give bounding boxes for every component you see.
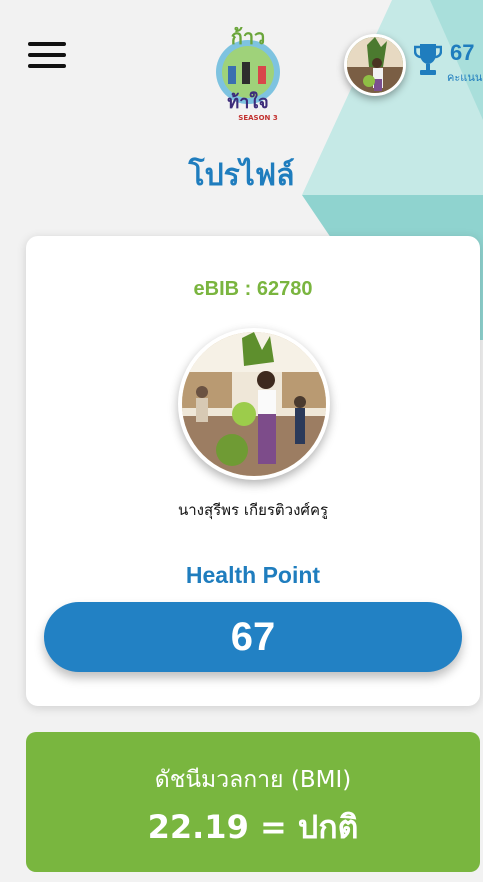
svg-text:ท้าใจ: ท้าใจ bbox=[227, 91, 268, 113]
ebib-number: eBIB : 62780 bbox=[193, 278, 313, 300]
user-avatar bbox=[178, 328, 330, 480]
user-name: นางสุรีพร เกียรติวงศ์ครู bbox=[177, 501, 329, 519]
user-avatar-small[interactable] bbox=[344, 34, 406, 96]
health-point-value: 67 bbox=[44, 602, 462, 672]
svg-text:SEASON 3: SEASON 3 bbox=[238, 114, 278, 122]
bmi-label: ดัชนีมวลกาย (BMI) bbox=[154, 767, 352, 793]
health-point-label: Health Point bbox=[185, 562, 321, 588]
app-logo: ก้าว ท้าใจ SEASON 3 bbox=[216, 25, 280, 122]
score-value: 67 bbox=[450, 40, 475, 65]
score-unit: คะแนน bbox=[447, 72, 483, 84]
trophy-icon bbox=[414, 44, 442, 75]
profile-card: eBIB : 62780 นางสุรีพร เกียรติวงศ์ครู He… bbox=[26, 236, 480, 706]
svg-text:ก้าว: ก้าว bbox=[231, 25, 266, 49]
page-title: โปรไฟล์ bbox=[188, 158, 295, 193]
bmi-value: 22.19 = ปกติ bbox=[147, 808, 359, 846]
bmi-card: ดัชนีมวลกาย (BMI) 22.19 = ปกติ bbox=[26, 732, 480, 872]
menu-button[interactable] bbox=[28, 42, 66, 72]
hamburger-menu-icon bbox=[28, 42, 66, 46]
